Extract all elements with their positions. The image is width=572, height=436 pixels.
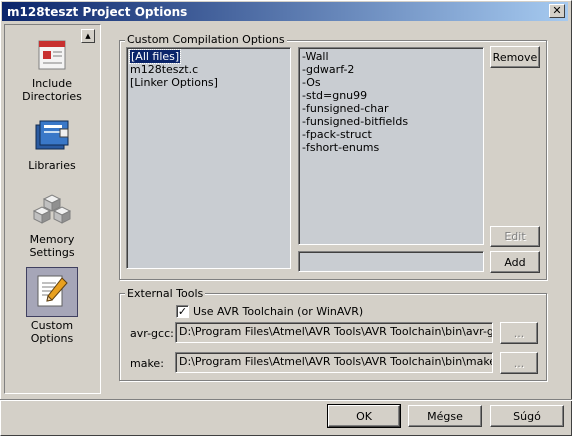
option-item[interactable]: -gdwarf-2: [302, 63, 480, 76]
custom-compilation-group-label: Custom Compilation Options: [125, 33, 287, 46]
file-list-item[interactable]: [All files]: [128, 49, 287, 64]
sidebar-item-custom-options-highlight[interactable]: [26, 267, 78, 317]
sidebar-item-libraries[interactable]: Libraries: [9, 119, 95, 175]
add-button[interactable]: Add: [490, 251, 540, 273]
help-button[interactable]: Súgó: [490, 405, 564, 427]
option-item[interactable]: -fpack-struct: [302, 128, 480, 141]
option-item[interactable]: -Os: [302, 76, 480, 89]
include-directories-icon: [38, 40, 66, 70]
sidebar-item-label: Libraries: [28, 159, 76, 172]
option-item[interactable]: -funsigned-char: [302, 102, 480, 115]
options-sidebar: ▲ Include Directories Libraries Memory S…: [4, 24, 101, 394]
memory-settings-icon: [32, 194, 72, 224]
remove-button[interactable]: Remove: [490, 46, 540, 68]
ok-button[interactable]: OK: [327, 404, 401, 428]
file-list[interactable]: [All files] m128teszt.c [Linker Options]: [126, 47, 291, 269]
custom-options-icon: [37, 275, 68, 307]
file-list-item[interactable]: m128teszt.c: [130, 63, 287, 76]
sidebar-item-label: Include Directories: [22, 77, 82, 103]
sidebar-item-include-directories[interactable]: Include Directories: [9, 35, 95, 109]
options-list[interactable]: -Wall -gdwarf-2 -Os -std=gnu99 -funsigne…: [298, 47, 484, 245]
sidebar-item-label: Memory Settings: [29, 233, 75, 259]
sidebar-item-custom-options-label[interactable]: Custom Options: [9, 319, 95, 345]
edit-button[interactable]: Edit: [490, 226, 540, 247]
window-title: m128teszt Project Options: [7, 5, 188, 19]
option-input[interactable]: [298, 251, 484, 272]
option-item[interactable]: -Wall: [302, 50, 480, 63]
avr-gcc-browse-button[interactable]: ...: [500, 322, 538, 344]
make-label: make:: [130, 357, 164, 370]
cancel-button[interactable]: Mégse: [408, 405, 482, 427]
option-item[interactable]: -std=gnu99: [302, 89, 480, 102]
option-item[interactable]: -fshort-enums: [302, 141, 480, 154]
footer-separator: [0, 399, 572, 401]
option-item[interactable]: -funsigned-bitfields: [302, 115, 480, 128]
file-list-item-label: [All files]: [128, 49, 182, 64]
file-list-item[interactable]: [Linker Options]: [130, 76, 287, 89]
sidebar-item-memory-settings[interactable]: Memory Settings: [9, 187, 95, 261]
close-button[interactable]: ✕: [549, 4, 565, 18]
title-bar[interactable]: m128teszt Project Options ✕: [2, 2, 568, 21]
use-toolchain-label[interactable]: Use AVR Toolchain (or WinAVR): [193, 305, 363, 318]
avr-gcc-path-field[interactable]: D:\Program Files\Atmel\AVR Tools\AVR Too…: [175, 322, 493, 343]
libraries-icon: [35, 120, 69, 150]
avr-gcc-label: avr-gcc:: [130, 327, 174, 340]
external-tools-group-label: External Tools: [125, 287, 206, 300]
make-browse-button[interactable]: ...: [500, 352, 538, 374]
make-path-field[interactable]: D:\Program Files\Atmel\AVR Tools\AVR Too…: [175, 352, 493, 373]
use-toolchain-checkbox[interactable]: ✓: [176, 305, 189, 318]
